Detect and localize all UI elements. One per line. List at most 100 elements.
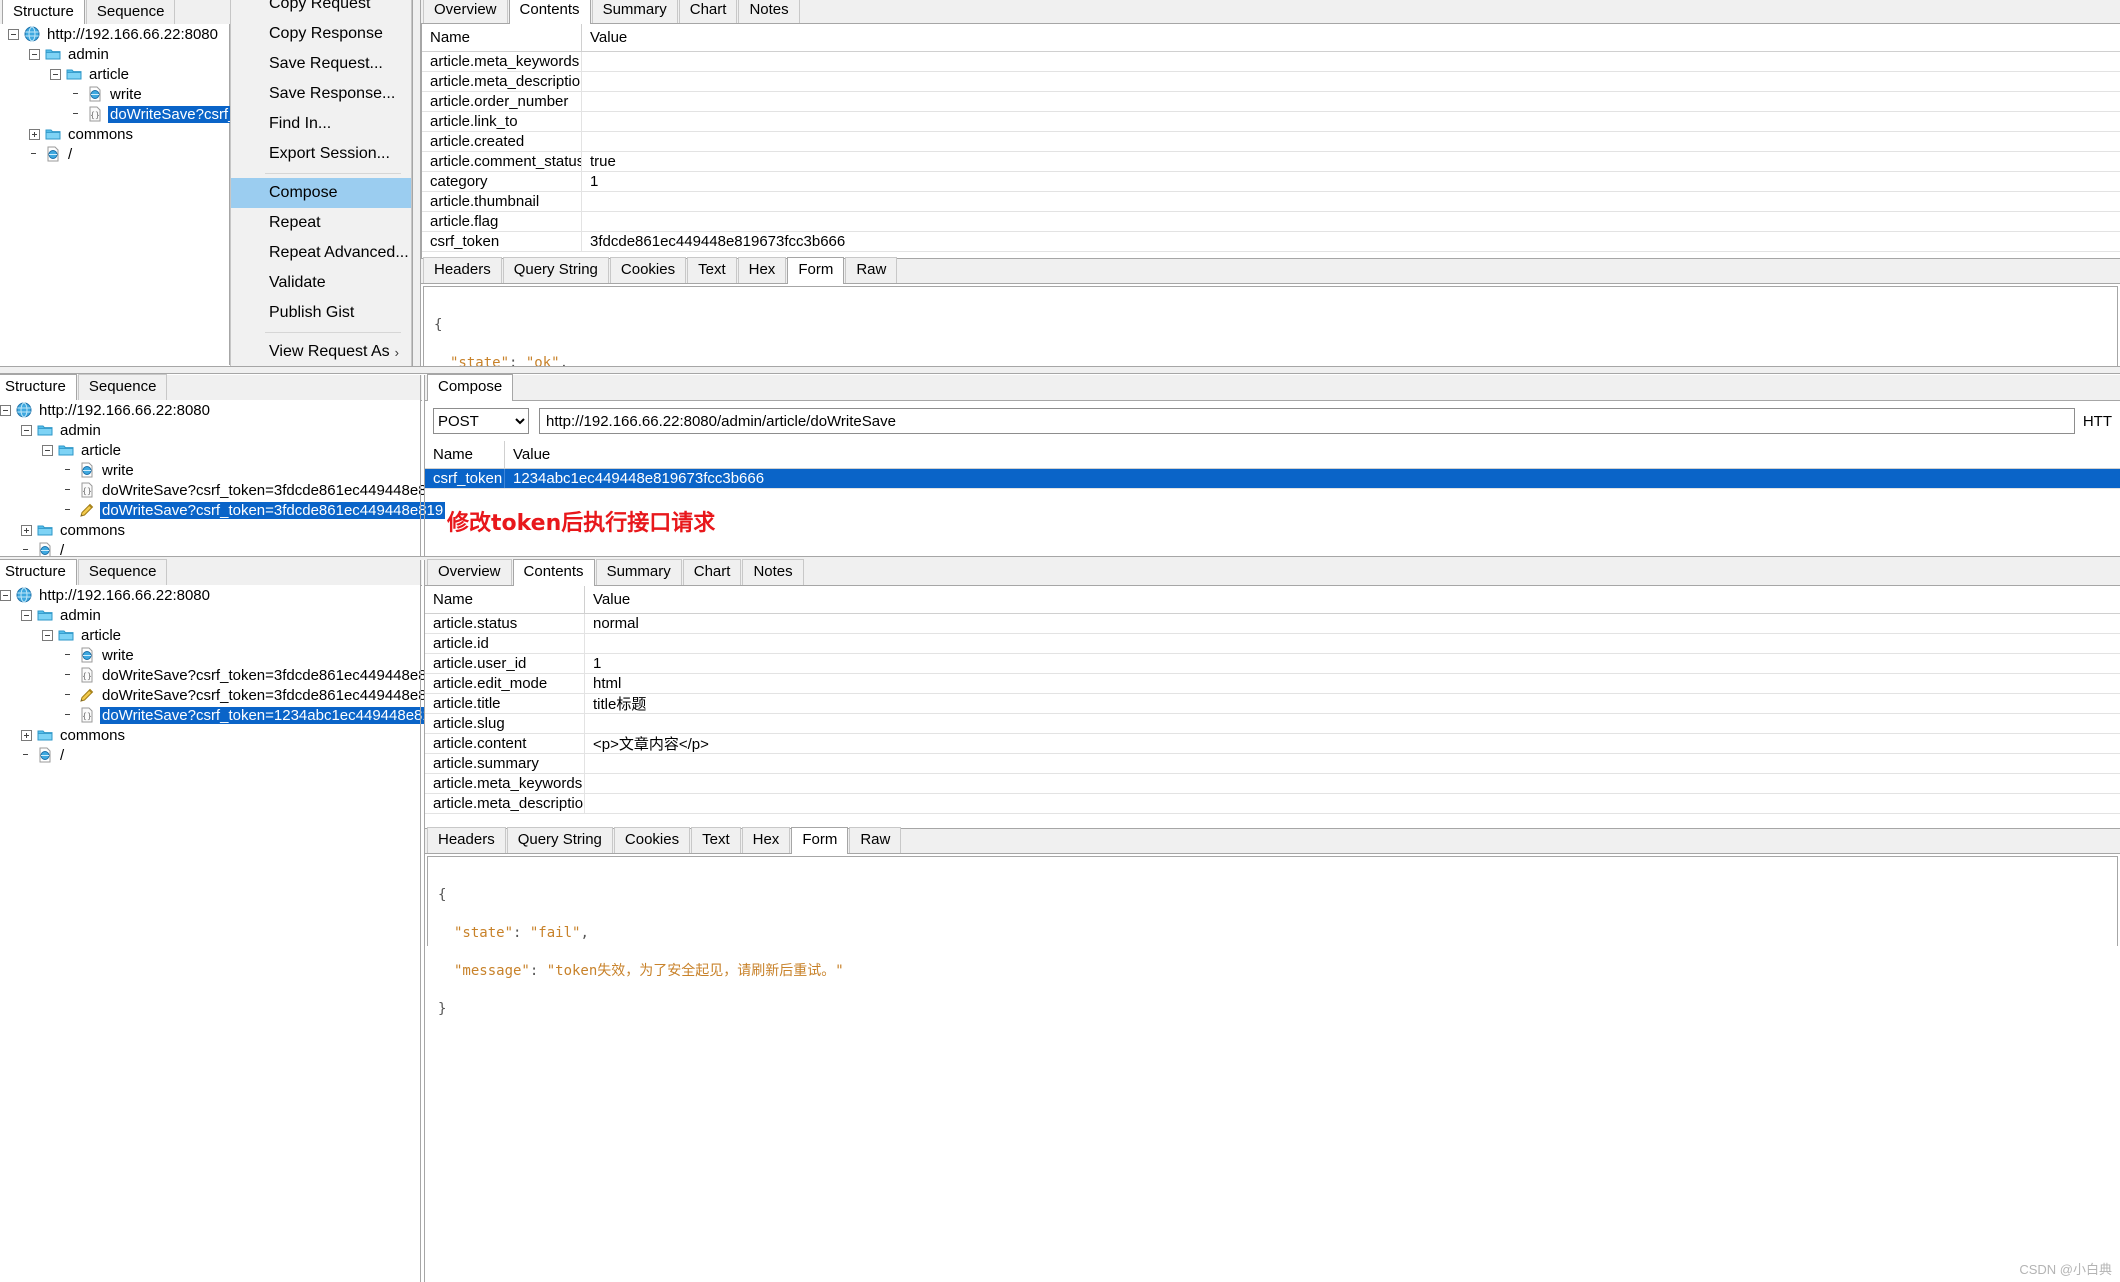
table-row[interactable]: article.title title标题 [425,694,2120,714]
tab-notes[interactable]: Notes [738,0,800,23]
bottom-session-tree[interactable]: http://192.166.66.22:8080 admin article wri… [0,585,443,1282]
tab-body-query-string[interactable]: Query String [502,257,609,283]
top-request-grid[interactable]: Name Value article.meta_keywords article.… [421,24,2120,260]
expand-plus-icon[interactable] [21,524,32,536]
tab-structure-mid[interactable]: Structure [0,374,77,401]
menu-item-copy-response[interactable]: Copy Response [231,19,411,49]
tree-node[interactable]: admin [0,420,420,440]
tree-node[interactable]: article [0,625,420,645]
tree-node[interactable]: write [0,460,420,480]
tree-node[interactable]: write [0,84,229,104]
http-method-select[interactable]: GETPOSTPUTDELETEHEADOPTIONS [433,408,529,434]
menu-item-save-request[interactable]: Save Request... [231,49,411,79]
table-row[interactable]: category 1 [422,172,2120,192]
tab-summary[interactable]: Summary [591,0,678,23]
tab-body-b-form[interactable]: Form [791,827,849,854]
tree-node[interactable]: http://192.166.66.22:8080 [0,400,420,420]
tab-structure-bottom[interactable]: Structure [0,559,77,586]
menu-item-save-response[interactable]: Save Response... [231,79,411,109]
menu-item-validate[interactable]: Validate [231,268,411,298]
menu-item-view-request-as[interactable]: View Request As › [231,337,411,367]
menu-item-copy-request[interactable]: Copy Request [231,0,411,19]
tree-node[interactable]: / [0,745,420,765]
table-row[interactable]: article.order_number [422,92,2120,112]
tree-node[interactable]: {} doWriteSave?csrf_token=3fdcde861ec4494… [0,480,443,500]
menu-item-publish-gist[interactable]: Publish Gist [231,298,411,328]
table-row[interactable]: article.status normal [425,614,2120,634]
table-row[interactable]: article.meta_keywords [422,52,2120,72]
tab-b-overview[interactable]: Overview [427,559,512,585]
collapse-minus-icon[interactable] [50,68,61,80]
compose-params-grid[interactable]: Name Value csrf_token 1234abc1ec449448e81… [425,441,2120,496]
top-session-tree[interactable]: http://192.166.66.22:8080 admin article wri… [0,24,251,365]
tree-node[interactable]: commons [0,725,420,745]
tree-node[interactable]: doWriteSave?csrf_token=3fdcde861ec449448… [0,685,443,705]
tab-body-cookies[interactable]: Cookies [609,257,687,283]
tree-node[interactable]: {} doWriteSave?csrf_to [0,104,251,124]
tree-node[interactable]: http://192.166.66.22:8080 [0,24,229,44]
menu-item-find-in[interactable]: Find In... [231,109,411,139]
tab-body-b-hex[interactable]: Hex [741,827,791,853]
tab-b-summary[interactable]: Summary [595,559,682,585]
tree-node[interactable]: commons [0,124,229,144]
table-row[interactable]: article.summary [425,754,2120,774]
table-row[interactable]: csrf_token 3fdcde861ec449448e819673fcc3b6… [422,232,2120,252]
table-row[interactable]: article.edit_mode html [425,674,2120,694]
table-row[interactable]: csrf_token 1234abc1ec449448e819673fcc3b66… [425,469,2120,489]
table-row[interactable]: article.meta_keywords [425,774,2120,794]
tab-body-raw[interactable]: Raw [845,257,898,283]
table-row[interactable]: article.thumbnail [422,192,2120,212]
collapse-minus-icon[interactable] [0,404,11,416]
tree-node[interactable]: http://192.166.66.22:8080 [0,585,420,605]
menu-item-repeat-advanced[interactable]: Repeat Advanced... [231,238,411,268]
table-row[interactable]: article.user_id 1 [425,654,2120,674]
tab-sequence-mid[interactable]: Sequence [77,374,168,400]
collapse-minus-icon[interactable] [21,609,32,621]
menu-item-repeat[interactable]: Repeat [231,208,411,238]
menu-item-compose[interactable]: Compose [231,178,411,208]
table-row[interactable]: article.meta_description [425,794,2120,814]
table-row[interactable]: article.slug [425,714,2120,734]
bottom-response-body[interactable]: { "state": "fail", "message": "token失效，为… [427,856,2118,1038]
tree-node[interactable]: {} doWriteSave?csrf_token=1234abc1ec44944… [0,705,442,725]
expand-plus-icon[interactable] [21,729,32,741]
bottom-request-grid[interactable]: Name Value article.status normal article.i… [425,586,2120,828]
tab-body-b-raw[interactable]: Raw [849,827,902,853]
top-mid-splitter[interactable] [0,366,2120,374]
tab-contents[interactable]: Contents [508,0,591,24]
tree-node[interactable]: / [0,144,229,164]
table-row[interactable]: article.content <p>文章内容</p> [425,734,2120,754]
tree-node[interactable]: article [0,64,229,84]
collapse-minus-icon[interactable] [29,48,40,60]
top-response-body[interactable]: { "state": "ok", "id": 3 } [423,286,2118,468]
tree-node[interactable]: article [0,440,420,460]
collapse-minus-icon[interactable] [21,424,32,436]
table-row[interactable]: article.created [422,132,2120,152]
tree-node[interactable]: doWriteSave?csrf_token=3fdcde861ec449448… [0,500,446,520]
table-row[interactable]: article.link_to [422,112,2120,132]
tree-node[interactable]: admin [0,44,229,64]
tab-body-b-cookies[interactable]: Cookies [613,827,691,853]
table-row[interactable]: article.flag [422,212,2120,232]
collapse-minus-icon[interactable] [8,28,19,40]
table-row[interactable]: article.id [425,634,2120,654]
table-row[interactable]: article.comment_status true [422,152,2120,172]
tree-node[interactable]: admin [0,605,420,625]
tab-body-b-query-string[interactable]: Query String [506,827,613,853]
request-url-input[interactable] [539,408,2075,434]
tree-node[interactable]: commons [0,520,420,540]
menu-item-export-session[interactable]: Export Session... [231,139,411,169]
mid-session-tree[interactable]: http://192.166.66.22:8080 admin article wri… [0,400,446,560]
tab-compose[interactable]: Compose [427,374,514,401]
tab-b-chart[interactable]: Chart [682,559,742,585]
tab-sequence-top[interactable]: Sequence [85,0,176,25]
tab-sequence-bottom[interactable]: Sequence [77,559,168,585]
tab-body-text[interactable]: Text [687,257,737,283]
collapse-minus-icon[interactable] [0,589,11,601]
tree-node[interactable]: write [0,645,420,665]
table-row[interactable]: article.meta_description [422,72,2120,92]
tab-body-headers[interactable]: Headers [423,257,502,283]
tab-body-form[interactable]: Form [787,257,845,284]
tab-body-b-headers[interactable]: Headers [427,827,506,853]
tree-node[interactable]: {} doWriteSave?csrf_token=3fdcde861ec4494… [0,665,443,685]
